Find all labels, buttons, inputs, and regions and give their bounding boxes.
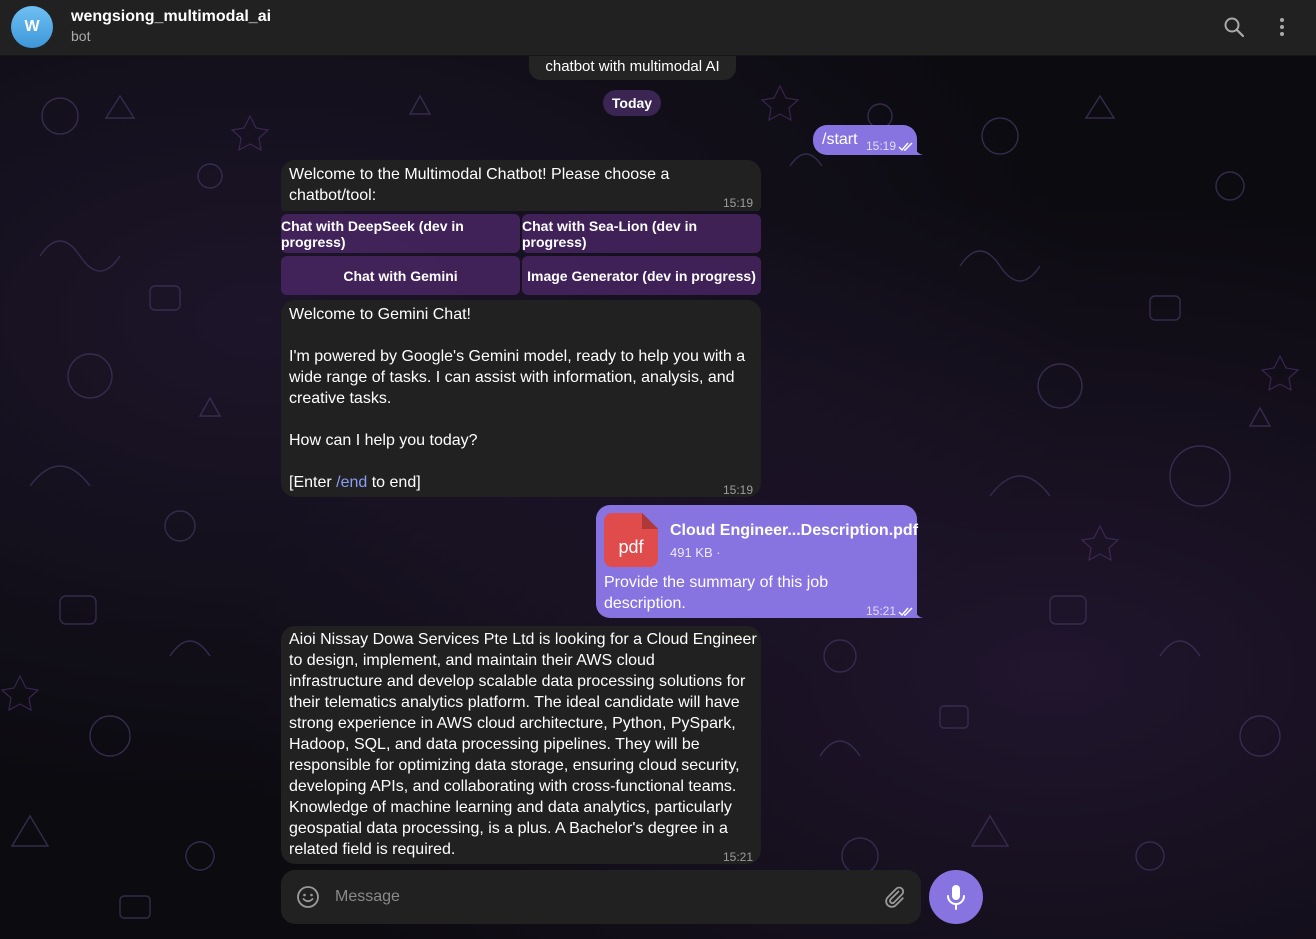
message-input[interactable]: [335, 884, 865, 910]
bubble-tail: [914, 604, 923, 618]
chat-title[interactable]: wengsiong_multimodal_ai: [71, 8, 271, 26]
chat-header: W wengsiong_multimodal_ai bot: [0, 0, 1316, 56]
microphone-icon: [947, 885, 965, 910]
message-caption: Provide the summary of this job descript…: [604, 574, 829, 612]
message-text: Welcome to Gemini Chat! I'm powered by G…: [289, 306, 746, 491]
message-time: 15:19: [866, 136, 914, 157]
keyboard-button-image-generator[interactable]: Image Generator (dev in progress): [522, 256, 761, 295]
message-time: 15:19: [723, 196, 754, 210]
message-gemini-welcome[interactable]: Welcome to Gemini Chat! I'm powered by G…: [281, 300, 761, 497]
file-size: 491 KB ·: [670, 545, 721, 560]
message-file[interactable]: pdf Cloud Engineer...Description.pdf 491…: [596, 505, 923, 618]
more-vertical-icon[interactable]: [1269, 14, 1295, 40]
service-message: chatbot with multimodal AI: [529, 56, 736, 80]
file-name[interactable]: Cloud Engineer...Description.pdf: [670, 520, 918, 541]
keyboard-button-sea-lion[interactable]: Chat with Sea-Lion (dev in progress): [522, 214, 761, 253]
microphone-button[interactable]: [929, 870, 983, 924]
bubble-tail: [914, 141, 923, 155]
search-icon[interactable]: [1221, 14, 1247, 40]
message-time: 15:21: [866, 601, 914, 622]
paperclip-icon[interactable]: [882, 885, 906, 914]
message-composer: [281, 870, 921, 924]
message-text: /start: [822, 131, 858, 148]
double-check-icon: [898, 142, 913, 151]
emoji-icon[interactable]: [296, 885, 320, 914]
keyboard-button-deepseek[interactable]: Chat with DeepSeek (dev in progress): [281, 214, 520, 253]
message-start[interactable]: /start 15:19: [813, 125, 923, 157]
message-summary[interactable]: Aioi Nissay Dowa Services Pte Ltd is loo…: [281, 626, 761, 864]
message-text: Welcome to the Multimodal Chatbot! Pleas…: [289, 166, 670, 204]
pdf-file-icon[interactable]: pdf: [604, 513, 658, 567]
message-time: 15:21: [723, 850, 754, 864]
double-check-icon: [898, 607, 913, 616]
message-welcome[interactable]: Welcome to the Multimodal Chatbot! Pleas…: [281, 160, 761, 211]
message-time: 15:19: [723, 483, 754, 497]
message-text: Aioi Nissay Dowa Services Pte Ltd is loo…: [289, 631, 757, 858]
keyboard-button-gemini[interactable]: Chat with Gemini: [281, 256, 520, 295]
end-command-link[interactable]: /end: [336, 474, 367, 491]
chat-status: bot: [71, 28, 91, 44]
avatar[interactable]: W: [11, 6, 53, 48]
date-separator: Today: [603, 90, 661, 116]
